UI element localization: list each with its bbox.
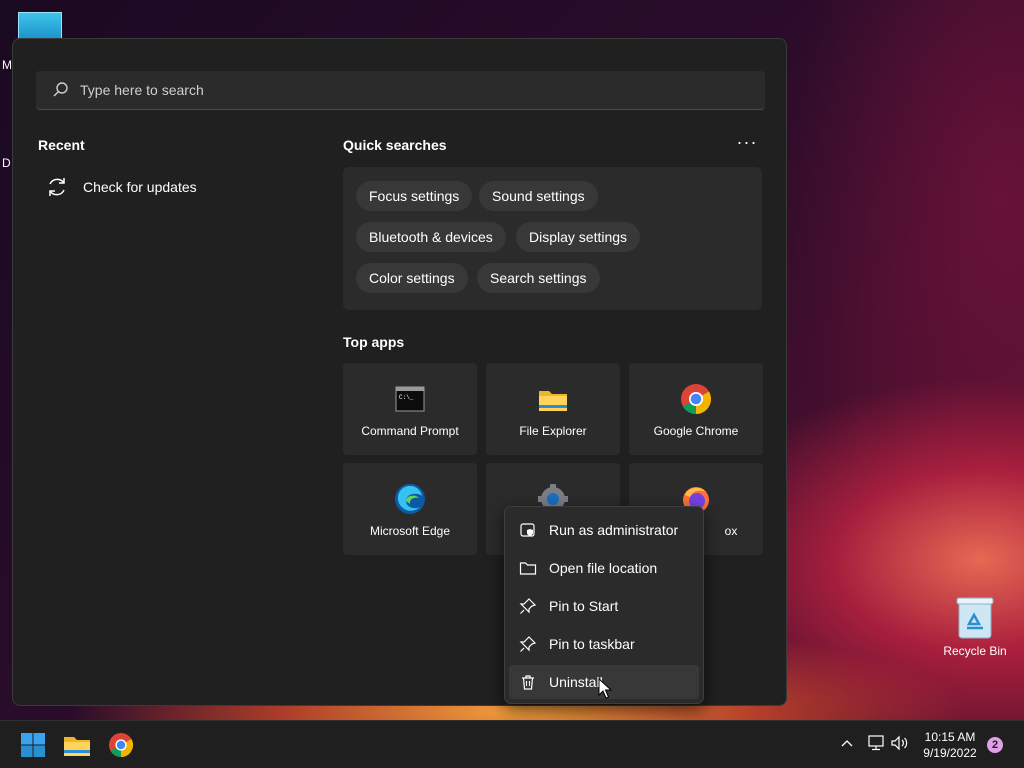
pin-icon bbox=[519, 598, 537, 614]
command-prompt-icon: C:\_ bbox=[395, 386, 425, 412]
app-tile-google-chrome[interactable]: Google Chrome bbox=[629, 363, 763, 455]
shield-admin-icon bbox=[520, 523, 535, 537]
app-label: Microsoft Edge bbox=[369, 524, 451, 538]
taskbar: 10:15 AM 9/19/2022 bbox=[0, 720, 1024, 768]
recycle-bin-icon bbox=[956, 597, 994, 639]
top-apps-title: Top apps bbox=[343, 334, 405, 350]
edge-icon bbox=[395, 484, 425, 514]
menu-item-open-file-location[interactable]: Open file location bbox=[509, 551, 699, 585]
app-tile-microsoft-edge[interactable]: Microsoft Edge bbox=[343, 463, 477, 555]
app-label: ox bbox=[724, 524, 738, 538]
menu-item-run-as-administrator[interactable]: Run as administrator bbox=[509, 513, 699, 547]
menu-item-pin-to-taskbar[interactable]: Pin to taskbar bbox=[509, 627, 699, 661]
search-icon bbox=[53, 82, 68, 97]
more-options-button[interactable]: ··· bbox=[735, 133, 759, 155]
volume-icon[interactable] bbox=[890, 733, 910, 753]
file-explorer-icon[interactable] bbox=[61, 729, 93, 761]
quick-search-chip[interactable]: Sound settings bbox=[479, 181, 598, 211]
recent-title: Recent bbox=[38, 137, 85, 153]
menu-item-label: Pin to Start bbox=[549, 598, 619, 614]
app-label: Google Chrome bbox=[653, 424, 739, 438]
network-icon[interactable] bbox=[866, 733, 886, 753]
quick-search-chip[interactable]: Color settings bbox=[356, 263, 468, 293]
notification-badge[interactable]: 2 bbox=[987, 737, 1003, 753]
app-label: File Explorer bbox=[519, 424, 587, 438]
quick-search-chip[interactable]: Focus settings bbox=[356, 181, 473, 211]
quick-searches-title: Quick searches bbox=[343, 137, 447, 153]
menu-item-label: Open file location bbox=[549, 560, 658, 576]
pin-icon bbox=[519, 636, 537, 652]
chrome-icon bbox=[681, 384, 712, 414]
clock-date: 9/19/2022 bbox=[923, 746, 977, 760]
chrome-icon[interactable] bbox=[105, 729, 137, 761]
app-tile-command-prompt[interactable]: C:\_ Command Prompt bbox=[343, 363, 477, 455]
app-label: Command Prompt bbox=[361, 424, 459, 438]
quick-search-chip[interactable]: Search settings bbox=[477, 263, 600, 293]
menu-item-pin-to-start[interactable]: Pin to Start bbox=[509, 589, 699, 623]
search-box[interactable] bbox=[36, 71, 765, 110]
clock[interactable]: 10:15 AM 9/19/2022 bbox=[910, 729, 990, 761]
desktop-label-fragment: M bbox=[2, 58, 12, 72]
windows-start-icon[interactable] bbox=[17, 729, 49, 761]
recycle-bin-label: Recycle Bin bbox=[943, 644, 1007, 658]
quick-search-chip[interactable]: Bluetooth & devices bbox=[356, 222, 506, 252]
context-menu: Run as administrator Open file location … bbox=[504, 506, 704, 704]
menu-item-label: Pin to taskbar bbox=[549, 636, 635, 652]
svg-text:C:\_: C:\_ bbox=[399, 394, 414, 401]
quick-search-chip[interactable]: Display settings bbox=[516, 222, 641, 252]
search-input[interactable] bbox=[78, 81, 682, 99]
recent-item-label: Check for updates bbox=[83, 179, 197, 195]
chevron-up-icon[interactable] bbox=[840, 733, 854, 753]
trash-icon bbox=[522, 675, 534, 690]
refresh-icon bbox=[49, 178, 65, 196]
menu-item-label: Uninstall bbox=[549, 674, 603, 690]
desktop-label-fragment: D bbox=[2, 156, 11, 170]
file-explorer-icon bbox=[539, 391, 567, 411]
clock-time: 10:15 AM bbox=[924, 730, 976, 744]
folder-icon bbox=[519, 562, 537, 575]
quick-searches-panel: Focus settings Sound settings Bluetooth … bbox=[343, 167, 762, 310]
app-tile-file-explorer[interactable]: File Explorer bbox=[486, 363, 620, 455]
recycle-bin[interactable]: Recycle Bin bbox=[942, 596, 1008, 658]
menu-item-label: Run as administrator bbox=[549, 522, 679, 538]
mouse-cursor-icon bbox=[598, 678, 612, 699]
recent-item-check-for-updates[interactable]: Check for updates bbox=[45, 173, 197, 201]
